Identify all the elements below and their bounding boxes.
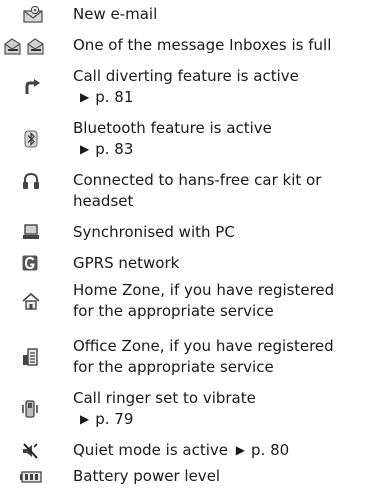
description-line: GPRS network (73, 254, 180, 272)
description-line: Call ringer set to vibrate (73, 389, 256, 407)
description-line: headset (73, 192, 134, 210)
description-line: Quiet mode is active ▶ p. 80 (73, 440, 384, 462)
arrow-right-icon: ▶ (235, 443, 246, 457)
description-text: Quiet mode is active (73, 441, 229, 459)
page-reference-text: p. 79 (95, 410, 134, 428)
list-item: Quiet mode is active ▶ p. 80 (0, 440, 384, 462)
item-description: Call diverting feature is active ▶ p. 81 (73, 66, 384, 109)
list-item: Home Zone, if you have registered for th… (0, 280, 384, 324)
item-description: One of the message Inboxes is full (73, 35, 384, 56)
page-reference-text: p. 83 (95, 140, 134, 158)
description-line: Battery power level (73, 467, 221, 485)
description-line: for the appropriate service (73, 358, 274, 376)
gprs-icon (0, 253, 64, 273)
item-description: New e-mail (73, 4, 384, 25)
item-description: Call ringer set to vibrate ▶ p. 79 (73, 388, 384, 431)
item-description: Quiet mode is active ▶ p. 80 (73, 440, 384, 462)
call-divert-icon (0, 78, 64, 98)
vibrate-icon (0, 400, 64, 420)
description-line: New e-mail (73, 5, 158, 23)
bluetooth-icon (0, 130, 64, 150)
quiet-mode-icon (0, 440, 64, 460)
list-item: Bluetooth feature is active ▶ p. 83 (0, 118, 384, 162)
list-item: Synchronised with PC (0, 222, 384, 244)
item-description: Synchronised with PC (73, 222, 384, 243)
description-line: Home Zone, if you have registered (73, 281, 335, 299)
pc-sync-icon (0, 222, 64, 242)
office-zone-icon (0, 348, 64, 368)
list-item: Call diverting feature is active ▶ p. 81 (0, 66, 384, 110)
list-item: Call ringer set to vibrate ▶ p. 79 (0, 388, 384, 432)
page-reference-text: p. 80 (251, 441, 290, 459)
list-item: Office Zone, if you have registered for … (0, 336, 384, 380)
description-line: Bluetooth feature is active (73, 119, 272, 137)
item-description: Office Zone, if you have registered for … (73, 336, 384, 378)
headset-icon (0, 172, 64, 192)
description-line: One of the message Inboxes is full (73, 36, 332, 54)
page-reference: ▶ p. 81 (73, 87, 384, 109)
arrow-right-icon: ▶ (80, 142, 90, 156)
new-email-icon (0, 4, 64, 24)
description-line: Call diverting feature is active (73, 67, 299, 85)
list-item: New e-mail (0, 4, 384, 26)
list-item: Battery power level (0, 466, 384, 488)
arrow-right-icon: ▶ (80, 90, 90, 104)
list-item: Connected to hans-free car kit or headse… (0, 170, 384, 214)
home-zone-icon (0, 292, 64, 312)
page-reference-text: p. 81 (95, 88, 134, 106)
description-line: Synchronised with PC (73, 223, 235, 241)
battery-icon (0, 466, 64, 486)
list-item: GPRS network (0, 253, 384, 275)
item-description: GPRS network (73, 253, 384, 274)
description-line: for the appropriate service (73, 302, 274, 320)
item-description: Battery power level (73, 466, 384, 487)
arrow-right-icon: ▶ (80, 412, 90, 426)
page-reference: ▶ p. 83 (73, 139, 384, 161)
description-line: Connected to hans-free car kit or (73, 171, 322, 189)
list-item: One of the message Inboxes is full (0, 35, 384, 57)
inbox-full-icon (0, 35, 64, 55)
item-description: Connected to hans-free car kit or headse… (73, 170, 384, 212)
description-line: Office Zone, if you have registered (73, 337, 334, 355)
page-reference: ▶ p. 79 (73, 409, 384, 431)
item-description: Home Zone, if you have registered for th… (73, 280, 384, 322)
item-description: Bluetooth feature is active ▶ p. 83 (73, 118, 384, 161)
